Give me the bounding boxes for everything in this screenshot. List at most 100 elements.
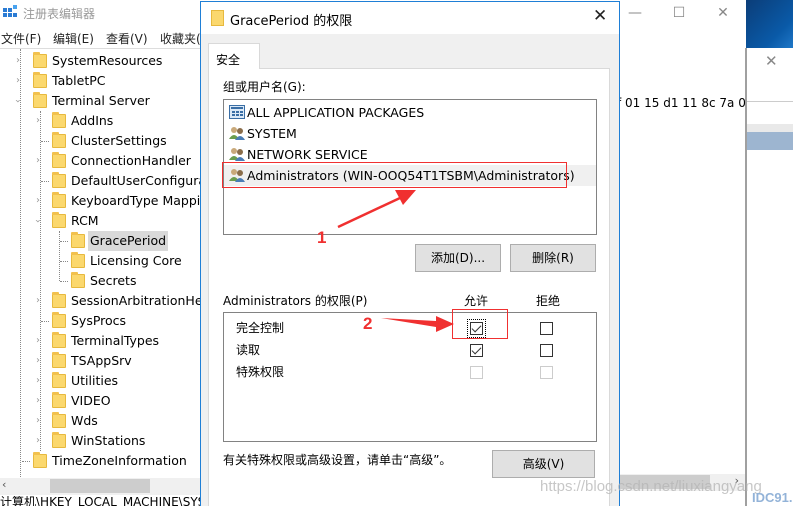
- group-name: ALL APPLICATION PACKAGES: [247, 105, 425, 120]
- full-control-deny-checkbox[interactable]: [540, 322, 553, 335]
- annotation-box-administrators: [222, 162, 567, 188]
- binary-value-text: f 01 15 d1 11 8c 7a 00: [617, 96, 754, 110]
- folder-icon: [71, 232, 85, 248]
- folder-icon: [52, 332, 66, 348]
- regedit-title: 注册表编辑器: [23, 7, 96, 21]
- tree-item-label: Secrets: [90, 273, 137, 288]
- desktop-background: [746, 0, 793, 48]
- chevron-right-icon[interactable]: ›: [16, 51, 20, 71]
- menu-favorites[interactable]: 收藏夹(: [160, 30, 201, 47]
- group-item-system[interactable]: SYSTEM: [224, 123, 596, 144]
- folder-icon: [52, 152, 66, 168]
- folder-icon: [52, 192, 66, 208]
- tree-line: [60, 241, 68, 242]
- chevron-right-icon[interactable]: ›: [36, 431, 40, 451]
- tree-item-label: RCM: [71, 213, 99, 228]
- chevron-right-icon[interactable]: ›: [36, 371, 40, 391]
- tree-item-label: Utilities: [71, 373, 119, 388]
- annotation-box-full-control: [452, 309, 508, 339]
- tree-item-label: DefaultUserConfigurat: [71, 173, 200, 188]
- tree-line: [41, 321, 49, 322]
- menu-view[interactable]: 查看(V): [106, 30, 148, 47]
- groups-label: 组或用户名(G):: [223, 80, 306, 94]
- advanced-button[interactable]: 高级(V): [492, 450, 595, 478]
- tree-item-label: Licensing Core: [90, 253, 182, 268]
- folder-icon: [52, 292, 66, 308]
- tree-item-label: Wds: [71, 413, 98, 428]
- folder-icon: [33, 92, 47, 108]
- chevron-down-icon[interactable]: ›: [27, 219, 47, 223]
- folder-icon: [71, 252, 85, 268]
- chevron-right-icon[interactable]: ›: [36, 351, 40, 371]
- tree-line: [20, 49, 21, 492]
- chevron-right-icon[interactable]: ›: [36, 411, 40, 431]
- folder-icon: [52, 212, 66, 228]
- group-name: SYSTEM: [247, 126, 297, 141]
- folder-icon: [52, 432, 66, 448]
- read-deny-checkbox[interactable]: [540, 344, 553, 357]
- allow-column-header: 允许: [464, 294, 489, 308]
- close-button[interactable]: ✕: [700, 2, 746, 24]
- folder-icon: [52, 412, 66, 428]
- menu-edit[interactable]: 编辑(E): [53, 30, 94, 47]
- tree-item-label: VIDEO: [71, 393, 111, 408]
- scroll-left-icon[interactable]: ‹: [2, 478, 6, 491]
- folder-icon: [211, 10, 224, 26]
- dialog-close-icon[interactable]: ✕: [593, 6, 607, 26]
- chevron-right-icon[interactable]: ›: [36, 111, 40, 131]
- tree-item-label: KeyboardType Mappi: [71, 193, 200, 208]
- folder-icon: [71, 272, 85, 288]
- tree-item-label: GracePeriod: [88, 231, 169, 251]
- permission-row-full-control: 完全控制: [224, 317, 596, 339]
- tree-item-label: ConnectionHandler: [71, 153, 191, 168]
- menu-file[interactable]: 文件(F): [1, 30, 41, 47]
- folder-icon: [52, 112, 66, 128]
- watermark-url: https://blog.csdn.net/liuxiangyang: [540, 478, 762, 495]
- permission-row-special: 特殊权限: [224, 361, 596, 383]
- users-group-icon: [229, 127, 245, 140]
- tree-item-label: TerminalTypes: [71, 333, 160, 348]
- permissions-dialog: GracePeriod 的权限 ✕ 安全 组或用户名(G): ALL APPLI…: [200, 1, 620, 506]
- chevron-down-icon[interactable]: ›: [7, 99, 27, 103]
- folder-icon: [52, 372, 66, 388]
- background-selection-strip: [747, 132, 793, 150]
- tree-item-label: WinStations: [71, 433, 146, 448]
- permissions-label: Administrators 的权限(P): [223, 294, 368, 308]
- watermark-corner: IDC91.: [752, 490, 793, 505]
- folder-icon: [52, 392, 66, 408]
- tree-item-label: SysProcs: [71, 313, 127, 328]
- dialog-titlebar: GracePeriod 的权限 ✕: [201, 2, 619, 34]
- tab-security[interactable]: 安全: [208, 43, 260, 69]
- regedit-app-icon: [3, 5, 17, 17]
- chevron-right-icon[interactable]: ›: [36, 151, 40, 171]
- folder-icon: [33, 72, 47, 88]
- maximize-button[interactable]: ☐: [656, 2, 702, 24]
- chevron-right-icon[interactable]: ›: [36, 331, 40, 351]
- registry-tree[interactable]: › SystemResources › TabletPC › Terminal …: [0, 48, 200, 492]
- chevron-right-icon[interactable]: ›: [36, 291, 40, 311]
- tree-line: [41, 181, 49, 182]
- background-close-icon[interactable]: ✕: [765, 52, 778, 70]
- tree-item-label: TimeZoneInformation: [52, 453, 187, 468]
- chevron-right-icon[interactable]: ›: [36, 391, 40, 411]
- folder-icon: [33, 452, 47, 468]
- chevron-right-icon[interactable]: ›: [16, 71, 20, 91]
- tree-item-label: AddIns: [71, 113, 114, 128]
- tree-item-label: ClusterSettings: [71, 133, 167, 148]
- folder-icon: [52, 132, 66, 148]
- read-allow-checkbox[interactable]: [470, 344, 483, 357]
- group-item-all-application-packages[interactable]: ALL APPLICATION PACKAGES: [224, 102, 596, 123]
- folder-icon: [33, 52, 47, 68]
- advanced-hint-text: 有关特殊权限或高级设置，请单击“高级”。: [223, 453, 452, 467]
- tree-line: [22, 461, 30, 462]
- chevron-right-icon[interactable]: ›: [36, 191, 40, 211]
- tree-horizontal-scrollbar[interactable]: ‹: [0, 478, 200, 495]
- divider: [747, 124, 793, 132]
- tree-item-label: TSAppSrv: [71, 353, 132, 368]
- add-button[interactable]: 添加(D)...: [415, 244, 501, 272]
- scrollbar-thumb[interactable]: [50, 479, 150, 493]
- remove-button[interactable]: 删除(R): [510, 244, 596, 272]
- divider: [747, 101, 793, 102]
- registry-value-pane[interactable]: [620, 48, 746, 506]
- permission-name: 特殊权限: [236, 365, 285, 379]
